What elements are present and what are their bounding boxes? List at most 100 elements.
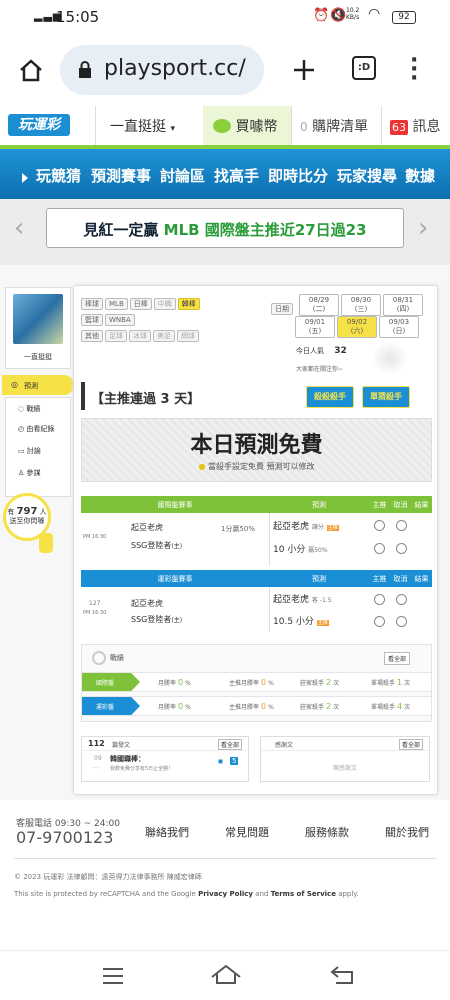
local-cancel-radio-1[interactable]: [396, 594, 407, 605]
free-banner: 本日預測免費 ● 當殺手設定免費 預測可以修改: [81, 418, 432, 482]
nav-item-experts[interactable]: 找高手: [214, 165, 259, 186]
comment-icon: ▭: [18, 447, 25, 455]
content-area: 一直挺挺 ◎ 預測 ◌ 戰績 ◴ 由看紀錄 ▭ 討論 ♙ 參謀 有 797 人送至…: [0, 265, 450, 800]
sidebar-menu: ◌ 戰績 ◴ 由看紀錄 ▭ 討論 ♙ 參謀: [5, 397, 71, 497]
date-0831[interactable]: 08/31 (四): [383, 294, 423, 316]
target-icon: ◎: [11, 380, 18, 389]
record-title: 戰績: [110, 654, 124, 662]
date-0903[interactable]: 09/03 (日): [379, 316, 419, 338]
person-icon: ♙: [18, 469, 25, 477]
posts-view-all[interactable]: 看全部: [218, 739, 243, 750]
nav-item-data[interactable]: 數據: [405, 165, 435, 186]
footer-link-about[interactable]: 關於我們: [385, 824, 429, 840]
avatar[interactable]: [13, 294, 63, 344]
new-tab-icon[interactable]: [292, 58, 316, 82]
nav-item-search[interactable]: 玩家搜尋: [337, 165, 397, 186]
local-cancel-radio-2[interactable]: [396, 616, 407, 627]
posts-count: 112: [88, 739, 105, 748]
date-0829[interactable]: 08/29 (二): [299, 294, 339, 316]
buy-coin-button[interactable]: 買噱幣: [203, 106, 291, 145]
username: 一直挺挺: [24, 353, 52, 361]
clock-icon: ◴: [18, 425, 25, 433]
chevron-right-icon[interactable]: ›: [418, 213, 428, 243]
privacy-link[interactable]: Privacy Policy: [198, 890, 253, 898]
record-stat: 單場殺手 1 次: [371, 678, 411, 687]
filter-mlb[interactable]: MLB: [105, 298, 128, 310]
clock: 15:05: [56, 8, 100, 26]
date-0901[interactable]: 09/01 (五): [295, 316, 335, 338]
mascot-image: [372, 341, 408, 375]
filter-tennis[interactable]: 網球: [177, 330, 199, 342]
filter-cpbl[interactable]: 中職: [153, 298, 176, 310]
home-nav-icon[interactable]: [210, 963, 242, 985]
record-view-all[interactable]: 看全部: [384, 652, 411, 665]
battery-icon: 92: [392, 11, 416, 24]
nav-item-forum[interactable]: 討論區: [160, 165, 205, 186]
sidebar-item-record[interactable]: ◌ 戰績: [18, 404, 40, 414]
url-field[interactable]: playsport.cc/: [60, 45, 264, 95]
main-nav: 玩競猜 預測賽事 討論區 找高手 即時比分 玩家搜尋 數據: [0, 149, 450, 199]
recaptcha-note: This site is protected by reCAPTCHA and …: [14, 890, 359, 898]
free-subtitle: ● 當殺手設定免費 預測可以修改: [198, 462, 315, 471]
thanks-view-all[interactable]: 看全部: [399, 739, 424, 750]
sidebar-item-history[interactable]: ◴ 由看紀錄: [18, 424, 54, 434]
sidebar-item-discuss[interactable]: ▭ 討論: [18, 446, 41, 456]
sidebar-item-advisor[interactable]: ♙ 參謀: [18, 468, 41, 478]
today-popularity: 今日人氣 32: [296, 346, 347, 356]
record-stat: 莊家殺手 2 次: [300, 702, 340, 711]
terms-link[interactable]: Terms of Service: [271, 890, 336, 898]
post-date: 09: [94, 755, 102, 762]
filter-soccer[interactable]: 足球: [105, 330, 127, 342]
team-home: SSG登陸者(主): [131, 541, 183, 550]
site-logo[interactable]: 玩運彩: [8, 114, 70, 136]
filter-hockey[interactable]: 冰球: [129, 330, 151, 342]
date-0902[interactable]: 09/02 (六): [337, 316, 377, 338]
site-header: 玩運彩 一直挺挺 ▾ 買噱幣 0 購牌清單 63 訊息: [0, 106, 450, 146]
reply-icon: ◼: [218, 758, 223, 765]
local-main-radio-2[interactable]: [374, 616, 385, 627]
banner-carousel: ‹ 見紅一定贏 MLB 國際盤主推近27日過23 ›: [0, 199, 450, 269]
footer-link-faq[interactable]: 常見問題: [225, 824, 269, 840]
nav-item-livescore[interactable]: 即時比分: [268, 165, 328, 186]
post-title[interactable]: 韓國職棒：: [110, 754, 145, 764]
nav-item-predict[interactable]: 預測賽事: [91, 165, 151, 186]
back-icon[interactable]: [330, 965, 354, 985]
chevron-left-icon[interactable]: ‹: [14, 213, 24, 243]
nav-item-guess[interactable]: 玩競猜: [36, 165, 81, 186]
alarm-icon: ⏰: [313, 8, 330, 23]
filter-kbo[interactable]: 韓棒: [177, 298, 200, 310]
filter-npb[interactable]: 日棒: [129, 298, 152, 310]
footer-link-contact[interactable]: 聯絡我們: [145, 824, 189, 840]
carousel-dots: [219, 254, 231, 269]
intl-pick-1: 起亞老虎 讓分 主推: [273, 522, 339, 532]
filter-wnba[interactable]: WNBA: [105, 314, 135, 326]
promo-banner[interactable]: 見紅一定贏 MLB 國際盤主推近27日過23: [46, 208, 404, 248]
local-main-radio-1[interactable]: [374, 594, 385, 605]
intl-cancel-radio-1[interactable]: [396, 520, 407, 531]
menu-icon[interactable]: · · ·: [410, 50, 418, 90]
bulb-icon: ●: [198, 462, 206, 471]
date-0830[interactable]: 08/30 (三): [341, 294, 381, 316]
record-rows: 國際盤 月勝率 0% 主推月勝率 0% 莊家殺手 2 次單場殺手 1 次運彩盤 月勝率 0% 主推月勝率…: [81, 672, 432, 720]
intl-header: 國際盤賽事 預測 主推 取消 結果: [81, 496, 432, 513]
record-stat: 主推月勝率 0%: [229, 678, 274, 687]
phone-number[interactable]: 07-9700123: [16, 828, 113, 847]
page-title: 【主推連過 3 天】: [91, 392, 201, 407]
badge-killer-2: 單猜殺手: [362, 386, 410, 408]
intl-cancel-radio-2[interactable]: [396, 543, 407, 554]
footer-link-terms[interactable]: 服務條款: [305, 824, 349, 840]
messages-button[interactable]: 63 訊息: [381, 106, 450, 145]
user-dropdown[interactable]: 一直挺挺 ▾: [95, 106, 203, 145]
intl-main-radio-1[interactable]: [374, 520, 385, 531]
cart-button[interactable]: 0 購牌清單: [291, 106, 381, 145]
local-pick-1: 起亞老虎 客 -1.5: [273, 595, 332, 605]
net-speed: 10.2 KB/s: [346, 7, 360, 21]
recent-apps-icon[interactable]: [102, 967, 124, 985]
home-icon[interactable]: [18, 58, 44, 82]
intl-section: 國際盤賽事 預測 主推 取消 結果 PM 16:30 起亞老虎 SSG登陸者(主) 1分…: [81, 496, 432, 566]
intl-main-radio-2[interactable]: [374, 543, 385, 554]
tab-switcher-button[interactable]: :D: [352, 56, 376, 80]
message-count-badge: 63: [390, 120, 408, 135]
sidebar-item-predict[interactable]: ◎ 預測: [2, 375, 74, 395]
filter-football[interactable]: 美足: [153, 330, 175, 342]
